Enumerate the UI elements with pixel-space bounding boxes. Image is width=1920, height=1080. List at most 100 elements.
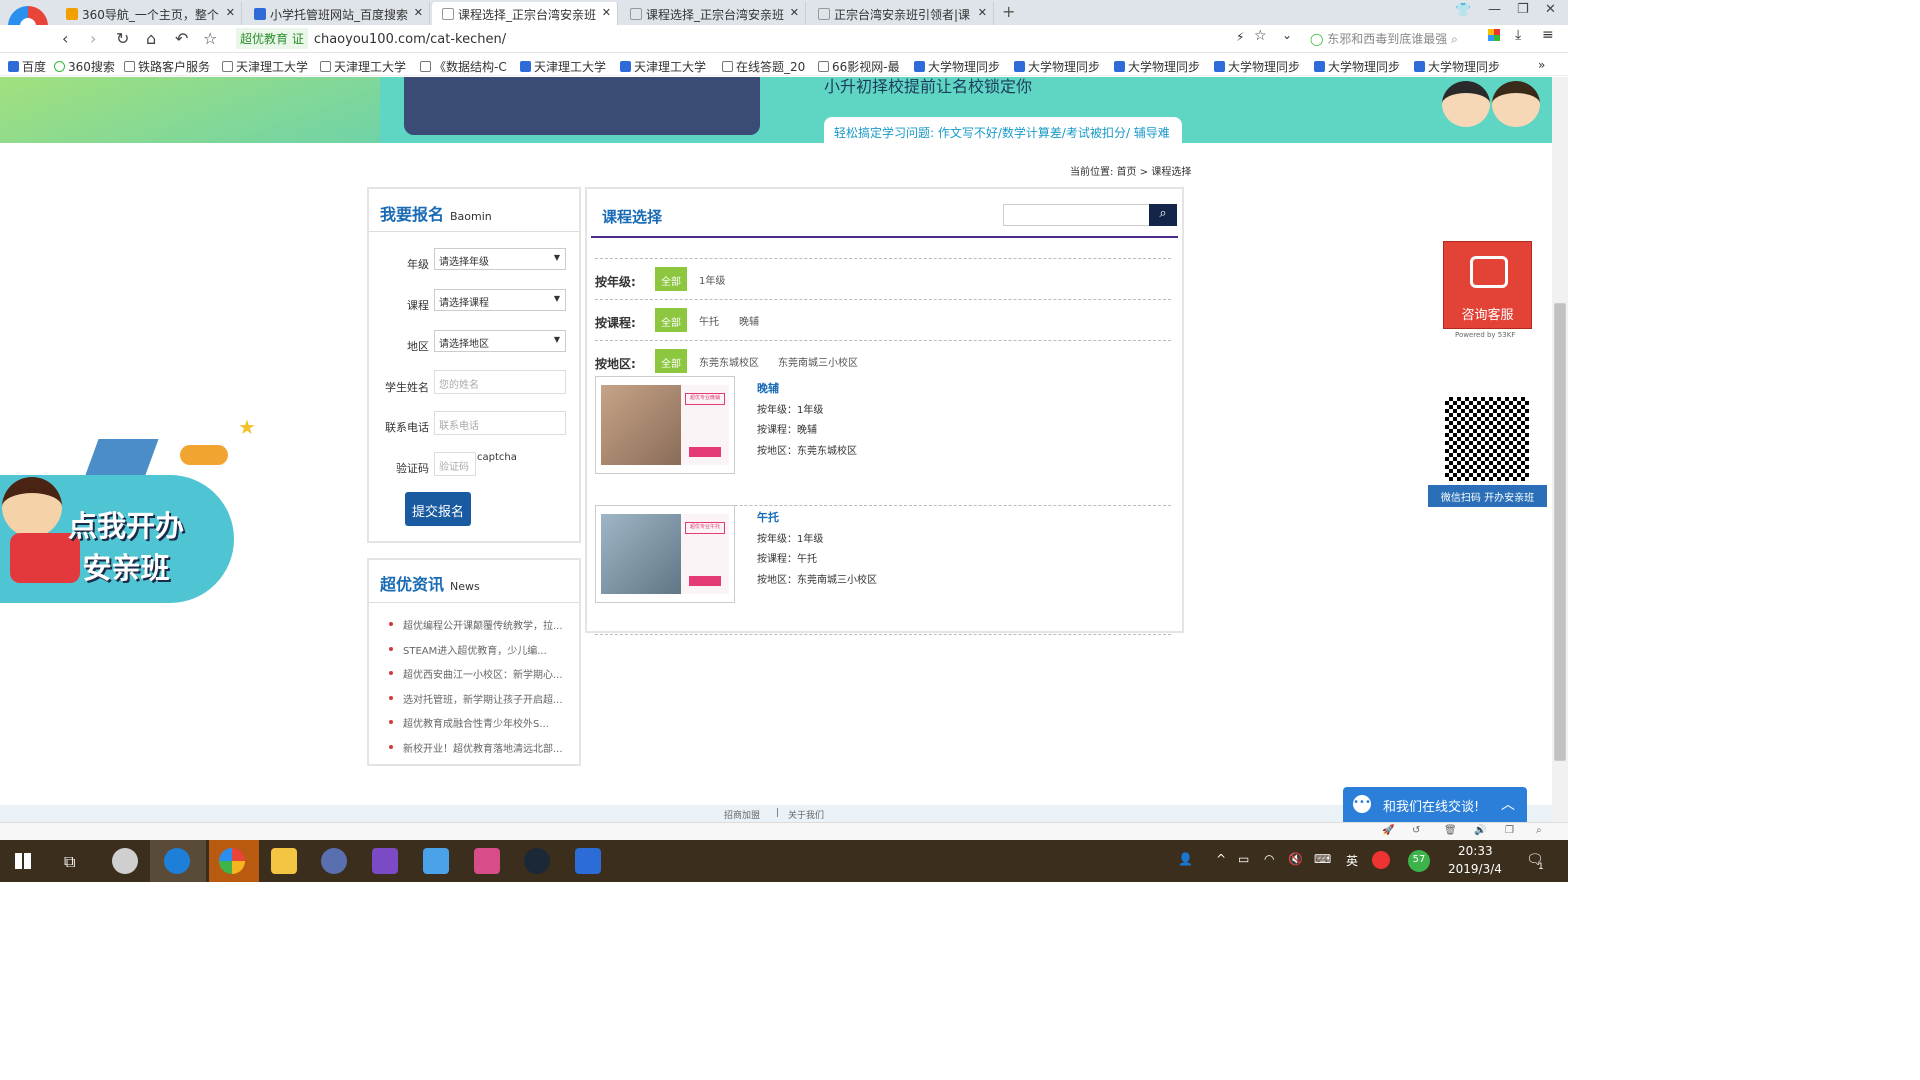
tab-baidu[interactable]: 小学托管班网站_百度搜索 ✕ [244,2,430,25]
refresh-icon[interactable]: ↺ [1412,825,1420,836]
close-window-button[interactable]: ✕ [1545,2,1556,17]
course-thumbnail[interactable]: 超优专业午托 [595,505,735,603]
people-icon[interactable]: 👤 [1178,852,1193,866]
captcha-image[interactable]: captcha [477,452,517,463]
bookmark-item[interactable]: 天津理工大学 [320,58,406,75]
bookmark-item[interactable]: 66影视网-最 [818,58,900,75]
ie-icon[interactable] [164,848,190,874]
zoom-icon[interactable]: ⌕ [1536,825,1542,836]
vertical-scrollbar[interactable] [1552,77,1568,822]
app-icon[interactable] [321,848,347,874]
apps-icon[interactable] [1488,29,1500,41]
mute-icon[interactable]: 🔇 [1288,852,1303,866]
wps-icon[interactable] [575,848,601,874]
filter-option[interactable]: 东莞东城校区 [699,354,759,369]
close-icon[interactable]: ✕ [602,6,611,19]
footer-link[interactable]: 关于我们 [788,808,824,821]
wifi-icon[interactable]: ◠ [1264,852,1274,866]
filter-option[interactable]: 午托 [699,313,719,328]
home-icon[interactable]: ⌂ [146,29,156,48]
course-title[interactable]: 晚辅 [757,380,779,396]
keyboard-icon[interactable]: ⌨ [1314,852,1331,866]
bookmark-item[interactable]: 大学物理同步 [1414,58,1500,75]
search-icon[interactable]: ⌕ [1451,32,1458,46]
news-item[interactable]: STEAM进入超优教育，少儿编... [381,642,577,667]
close-icon[interactable]: ✕ [790,6,799,19]
app-icon[interactable] [474,848,500,874]
shirt-icon[interactable]: 👕 [1455,3,1471,18]
bookmark-item[interactable]: 天津理工大学 [620,58,706,75]
new-tab-button[interactable]: + [1002,2,1015,21]
captcha-input[interactable]: 验证码 [434,452,476,476]
tab-course[interactable]: 课程选择_正宗台湾安亲班 ✕ [620,2,806,25]
qr-code[interactable] [1445,397,1529,481]
course-title[interactable]: 午托 [757,509,779,525]
refresh-icon[interactable]: ↻ [116,29,129,48]
bookmark-item[interactable]: 大学物理同步 [914,58,1000,75]
chevron-down-icon[interactable]: ⌄ [1282,28,1292,42]
tab-360nav[interactable]: 360导航_一个主页，整个 ✕ [56,2,242,25]
filter-area-all[interactable]: 全部 [655,349,687,373]
breadcrumb-home-link[interactable]: 首页 [1117,167,1137,178]
news-item[interactable]: 新校开业！超优教育落地清远北部... [381,740,577,765]
footer-link[interactable]: 招商加盟 [724,808,760,821]
security-badge[interactable]: 57 [1408,850,1430,872]
download-icon[interactable]: ⤓ [1515,27,1521,43]
star-icon[interactable]: ☆ [203,29,217,48]
bookmark-item[interactable]: 《数据结构-C [420,58,507,75]
sound-icon[interactable]: 🔊 [1474,825,1486,836]
undo-icon[interactable]: ↶ [175,29,188,48]
filter-option[interactable]: 东莞南城三小校区 [778,354,858,369]
news-item[interactable]: 超优教育成融合性青少年校外S... [381,715,577,740]
minimize-button[interactable]: — [1488,2,1501,17]
clock-time[interactable]: 20:33 [1458,844,1493,858]
folder-icon[interactable] [271,848,297,874]
more-bookmarks-icon[interactable]: » [1538,58,1545,72]
bookmark-item[interactable]: 大学物理同步 [1214,58,1300,75]
url-field[interactable]: 超优教育 证 chaoyou100.com/cat-kechen/ [236,28,1296,50]
bookmark-item[interactable]: 360搜索 [54,58,115,75]
app-icon[interactable] [112,848,138,874]
lightning-icon[interactable]: ⚡ [1236,30,1244,44]
news-item[interactable]: 超优西安曲江一小校区：新学期心... [381,666,577,691]
bookmark-item[interactable]: 天津理工大学 [222,58,308,75]
close-icon[interactable]: ✕ [978,6,987,19]
phone-input[interactable]: 联系电话 [434,411,566,435]
visual-studio-icon[interactable] [372,848,398,874]
live-chat-button[interactable]: ••• 和我们在线交谈! ︿ [1343,787,1527,822]
service-button[interactable]: 咨询客服 [1443,241,1532,329]
tab-course-active[interactable]: 课程选择_正宗台湾安亲班 ✕ [432,2,618,25]
menu-icon[interactable]: ≡ [1542,27,1554,43]
news-item[interactable]: 超优编程公开课颠覆传统教学，拉... [381,617,577,642]
steam-icon[interactable] [524,848,550,874]
browser-360-icon[interactable] [219,848,245,874]
scrollbar-thumb[interactable] [1554,303,1566,761]
course-thumbnail[interactable]: 超优专业晚辅 [595,376,735,474]
trash-icon[interactable]: 🗑 [1444,825,1457,836]
course-search-input[interactable] [1003,204,1151,226]
filter-option[interactable]: 1年级 [699,272,725,287]
chevron-up-icon[interactable]: ^ [1216,852,1226,866]
bookmark-item[interactable]: 大学物理同步 [1314,58,1400,75]
filter-grade-all[interactable]: 全部 [655,267,687,291]
close-icon[interactable]: ✕ [414,6,423,19]
battery-icon[interactable]: ▭ [1238,852,1249,866]
bookmark-item[interactable]: 在线答题_20 [722,58,805,75]
bookmark-item[interactable]: 百度 [8,58,46,75]
course-select[interactable]: 请选择课程 [434,289,566,311]
forward-icon[interactable]: › [90,29,96,48]
task-view-icon[interactable]: ⧉ [64,852,75,872]
bookmark-item[interactable]: 大学物理同步 [1014,58,1100,75]
bookmark-item[interactable]: 大学物理同步 [1114,58,1200,75]
window-icon[interactable]: ❐ [1505,825,1514,836]
student-name-input[interactable]: 您的姓名 [434,370,566,394]
grade-select[interactable]: 请选择年级 [434,248,566,270]
rocket-icon[interactable]: 🚀 [1382,825,1394,836]
clock-date[interactable]: 2019/3/4 [1448,862,1502,876]
back-icon[interactable]: ‹ [62,29,68,48]
news-item[interactable]: 选对托管班，新学期让孩子开启超... [381,691,577,716]
tab-anqin[interactable]: 正宗台湾安亲班引领者|课 ✕ [808,2,994,25]
bookmark-item[interactable]: 天津理工大学 [520,58,606,75]
search-button[interactable]: ⌕ [1149,204,1177,226]
filter-option[interactable]: 晚辅 [739,313,759,328]
